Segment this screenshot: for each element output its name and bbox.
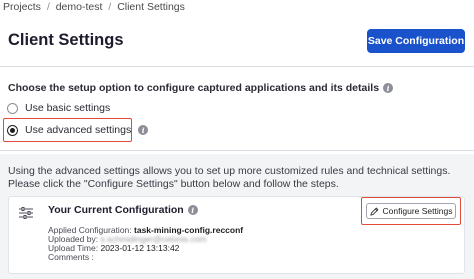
breadcrumb-separator: / — [108, 1, 112, 13]
configure-settings-button[interactable]: Configure Settings — [366, 203, 456, 219]
breadcrumb: Projects / demo-test / Client Settings — [3, 0, 185, 14]
pencil-icon — [369, 207, 379, 216]
upload-time-value: 2023-01-12 13:13:42 — [100, 243, 180, 253]
comments-label: Comments : — [48, 252, 94, 262]
save-configuration-button[interactable]: Save Configuration — [367, 29, 465, 53]
info-icon[interactable]: i — [187, 205, 198, 215]
breadcrumb-demo-test[interactable]: demo-test — [56, 1, 103, 13]
comments: Comments : — [48, 252, 94, 262]
sliders-icon — [19, 207, 33, 219]
configure-settings-label: Configure Settings — [382, 206, 453, 216]
breadcrumb-separator: / — [46, 1, 50, 13]
info-icon[interactable]: i — [383, 83, 394, 93]
card-title: Your Current Configuration i — [48, 204, 198, 216]
section-divider — [0, 150, 474, 151]
header-divider — [0, 66, 474, 67]
radio-basic-settings[interactable]: Use basic settings — [7, 102, 110, 114]
radio-label: Use basic settings — [25, 102, 111, 114]
radio-button-selected[interactable] — [7, 124, 18, 136]
radio-label: Use advanced settings — [25, 124, 132, 136]
setup-question: Choose the setup option to configure cap… — [8, 82, 394, 94]
advanced-settings-description: Using the advanced settings allows you t… — [8, 165, 451, 190]
breadcrumb-current: Client Settings — [117, 1, 185, 13]
page-title: Client Settings — [8, 31, 124, 49]
breadcrumb-projects[interactable]: Projects — [3, 1, 41, 13]
radio-advanced-settings[interactable]: Use advanced settings i — [7, 124, 149, 136]
radio-button[interactable] — [7, 102, 18, 114]
info-icon[interactable]: i — [138, 125, 149, 135]
card-title-text: Your Current Configuration — [48, 204, 184, 216]
setup-question-text: Choose the setup option to configure cap… — [8, 82, 380, 94]
